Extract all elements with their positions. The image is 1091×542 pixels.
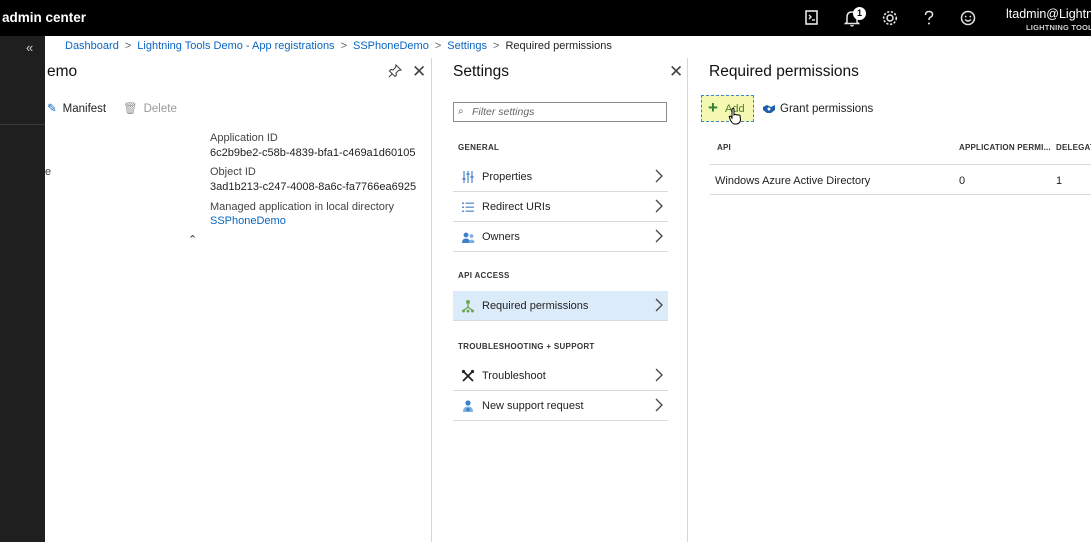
- smiley-icon[interactable]: [957, 7, 979, 29]
- breadcrumb-current: Required permissions: [505, 40, 612, 52]
- user-name[interactable]: ltadmin@Lightni: [1006, 7, 1091, 21]
- tools-icon: [461, 369, 475, 383]
- settings-item-label: Owners: [482, 231, 520, 243]
- breadcrumb-separator: >: [493, 40, 500, 52]
- add-button[interactable]: + Add: [701, 95, 754, 125]
- app-blade-title: emo: [47, 63, 78, 80]
- collapse-essentials-icon[interactable]: ⌃: [188, 233, 197, 246]
- breadcrumb-dashboard[interactable]: Dashboard: [65, 40, 119, 52]
- object-id-label: Object ID: [210, 166, 256, 178]
- column-header-delegated-permissions[interactable]: DELEGAT: [1056, 143, 1091, 152]
- properties-icon: [461, 170, 475, 184]
- settings-item-label: Properties: [482, 171, 533, 183]
- user-org: LIGHTNING TOOL: [1026, 23, 1091, 32]
- list-icon: [461, 200, 475, 214]
- required-permissions-blade: Required permissions + Add Grant permiss…: [689, 58, 1091, 542]
- settings-item-required-permissions[interactable]: Required permissions: [453, 291, 668, 321]
- support-icon: [461, 399, 475, 413]
- owners-icon: [461, 230, 475, 244]
- table-cell-api[interactable]: Windows Azure Active Directory: [715, 175, 870, 187]
- settings-item-troubleshoot[interactable]: Troubleshoot: [453, 361, 668, 391]
- settings-item-label: Troubleshoot: [482, 370, 546, 382]
- column-header-application-permissions[interactable]: APPLICATION PERMI...: [959, 143, 1051, 152]
- truncated-label: e: [45, 166, 52, 178]
- required-permissions-title: Required permissions: [709, 63, 859, 80]
- table-cell-delegated-permissions: 1: [1056, 175, 1063, 187]
- settings-item-label: Redirect URIs: [482, 201, 551, 213]
- plus-icon: +: [708, 98, 718, 117]
- edit-icon: ✎: [47, 103, 57, 115]
- app-blade: emo ✕ ✎ Manifest 🗑 Delete e Application ID…: [45, 58, 432, 542]
- help-icon[interactable]: [918, 7, 940, 29]
- breadcrumb-separator: >: [124, 40, 132, 52]
- close-app-blade-button[interactable]: ✕: [412, 62, 426, 82]
- breadcrumb-app-registrations[interactable]: Lightning Tools Demo - App registrations: [137, 40, 334, 52]
- row-divider: [710, 194, 1091, 195]
- chevron-right-icon: [654, 368, 664, 382]
- chevron-right-icon: [654, 298, 664, 312]
- notification-badge: 1: [853, 7, 866, 20]
- api-access-section-heading: API ACCESS: [458, 271, 510, 280]
- general-section-heading: GENERAL: [458, 143, 500, 152]
- collapse-nav-button[interactable]: «: [26, 40, 33, 55]
- hand-cursor-icon: [728, 107, 742, 125]
- grant-permissions-button[interactable]: Grant permissions: [762, 103, 873, 115]
- troubleshooting-section-heading: TROUBLESHOOTING + SUPPORT: [458, 342, 595, 351]
- cloud-shell-icon[interactable]: [801, 7, 823, 29]
- managed-app-label: Managed application in local directory: [210, 201, 395, 213]
- breadcrumb-separator: >: [340, 40, 347, 52]
- manifest-button[interactable]: ✎ Manifest: [47, 101, 106, 115]
- close-settings-blade-button[interactable]: ✕: [669, 62, 683, 82]
- filter-settings-input[interactable]: [472, 105, 662, 119]
- table-cell-application-permissions: 0: [959, 175, 966, 187]
- permissions-icon: [461, 299, 475, 313]
- breadcrumb-separator: >: [434, 40, 442, 52]
- top-bar: admin center 1 ltadmin@Lightni LIGHTNING…: [0, 0, 1091, 36]
- breadcrumb: Dashboard > Lightning Tools Demo - App reg…: [65, 40, 612, 52]
- trash-icon: 🗑: [123, 103, 138, 115]
- header-divider: [710, 164, 1091, 165]
- gear-icon[interactable]: [879, 7, 901, 29]
- application-id-label: Application ID: [210, 132, 278, 144]
- grant-icon: [762, 104, 776, 114]
- settings-item-properties[interactable]: Properties: [453, 162, 668, 192]
- application-id-value: 6c2b9be2-c58b-4839-bfa1-c469a1d60105: [210, 147, 416, 159]
- settings-item-redirect-uris[interactable]: Redirect URIs: [453, 192, 668, 222]
- settings-item-new-support-request[interactable]: New support request: [453, 391, 668, 421]
- settings-blade-title: Settings: [453, 63, 510, 80]
- settings-item-label: Required permissions: [482, 300, 589, 312]
- nav-divider: [0, 124, 45, 125]
- settings-item-label: New support request: [482, 400, 584, 412]
- left-nav: «: [0, 36, 45, 542]
- breadcrumb-settings[interactable]: Settings: [447, 40, 487, 52]
- settings-item-owners[interactable]: Owners: [453, 222, 668, 252]
- chevron-right-icon: [654, 199, 664, 213]
- filter-settings-box[interactable]: ⌕: [453, 102, 667, 122]
- managed-app-link[interactable]: SSPhoneDemo: [210, 215, 286, 227]
- column-header-api[interactable]: API: [717, 143, 731, 152]
- chevron-right-icon: [654, 229, 664, 243]
- delete-button[interactable]: 🗑 Delete: [123, 101, 177, 115]
- chevron-right-icon: [654, 398, 664, 412]
- object-id-value: 3ad1b213-c247-4008-8a6c-fa7766ea6925: [210, 181, 417, 193]
- search-icon: ⌕: [458, 106, 464, 117]
- breadcrumb-app[interactable]: SSPhoneDemo: [353, 40, 429, 52]
- chevron-right-icon: [654, 169, 664, 183]
- settings-blade: Settings ✕ ⌕ GENERAL Properties Redirect…: [432, 58, 688, 542]
- pin-icon[interactable]: [388, 63, 403, 78]
- app-title: admin center: [2, 10, 87, 25]
